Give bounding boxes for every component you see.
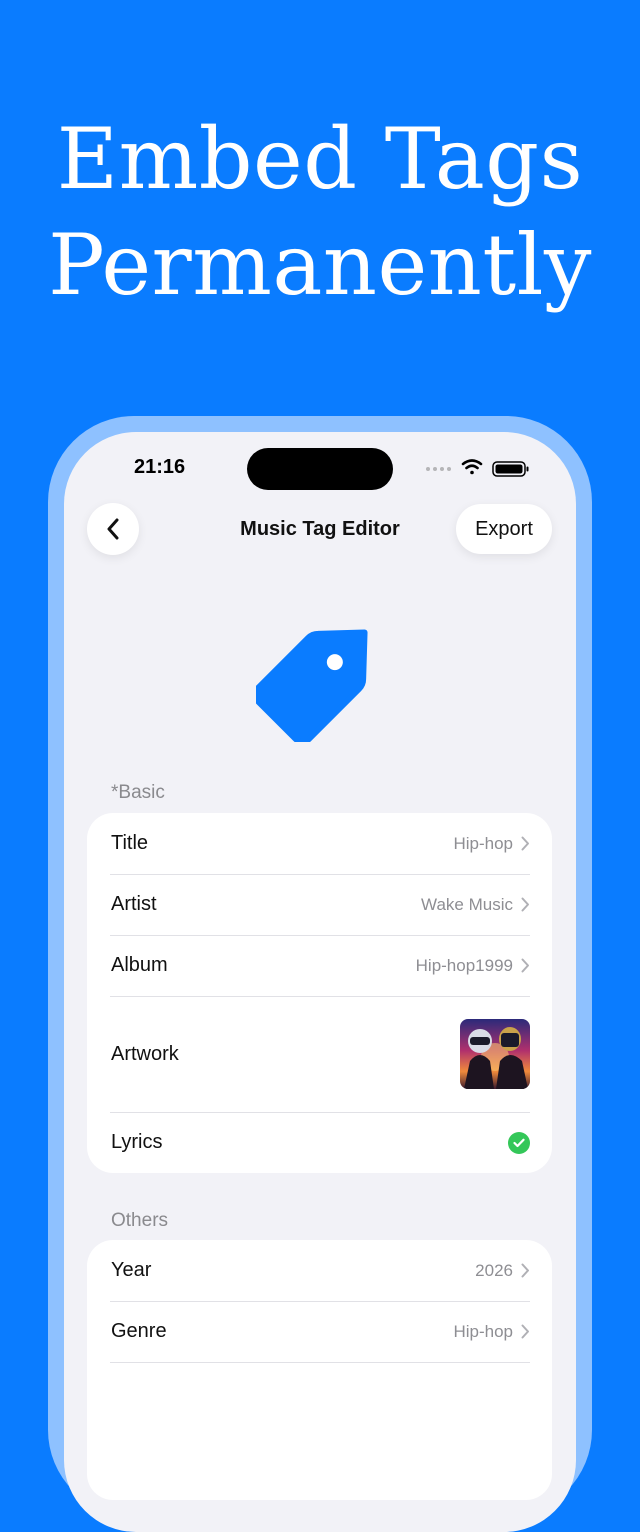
- status-time: 21:16: [134, 456, 186, 478]
- row-label: Album: [111, 954, 168, 976]
- row-label: Lyrics: [111, 1131, 163, 1153]
- export-button[interactable]: Export: [456, 504, 552, 554]
- row-value: Hip-hop: [453, 1321, 513, 1341]
- dynamic-island: [247, 448, 393, 490]
- tag-icon: [256, 629, 368, 742]
- headline-line-2: Permanently: [48, 216, 592, 314]
- artwork-thumbnail[interactable]: [460, 1019, 530, 1089]
- row-label: Title: [111, 832, 149, 854]
- status-icons: [426, 459, 529, 477]
- row-value: Hip-hop: [453, 833, 513, 853]
- row-value: Hip-hop1999: [415, 955, 513, 975]
- row-label: Artist: [111, 893, 157, 915]
- chevron-right-icon: [521, 897, 529, 912]
- chevron-right-icon: [521, 836, 529, 851]
- chevron-right-icon: [521, 1324, 529, 1339]
- others-card: Year 2026 Genre Hip-hop: [87, 1240, 552, 1500]
- wifi-icon: [461, 459, 483, 475]
- row-value: 2026: [475, 1260, 513, 1280]
- row-artist[interactable]: Artist Wake Music: [87, 874, 552, 935]
- row-value: Wake Music: [421, 894, 513, 914]
- signal-icon: [426, 467, 451, 471]
- battery-icon: [492, 461, 529, 477]
- row-year[interactable]: Year 2026: [87, 1240, 552, 1301]
- headline-line-1: Embed Tags: [56, 110, 584, 208]
- section-label-basic: *Basic: [111, 782, 165, 803]
- row-artwork[interactable]: Artwork: [87, 996, 552, 1112]
- row-title[interactable]: Title Hip-hop: [87, 813, 552, 874]
- checkmark-icon: [508, 1131, 530, 1154]
- chevron-right-icon: [521, 958, 529, 973]
- section-label-others: Others: [111, 1210, 169, 1231]
- chevron-right-icon: [521, 1263, 529, 1278]
- row-next[interactable]: [87, 1362, 552, 1423]
- row-label: Genre: [111, 1320, 167, 1342]
- artwork-image: [460, 1019, 530, 1089]
- row-album[interactable]: Album Hip-hop1999: [87, 935, 552, 996]
- basic-card: Title Hip-hop Artist Wake Music Album Hi…: [87, 813, 552, 1173]
- row-genre[interactable]: Genre Hip-hop: [87, 1301, 552, 1362]
- phone-screen: 21:16 Music Tag Editor Export *Basic Tit…: [64, 432, 576, 1532]
- row-lyrics[interactable]: Lyrics: [87, 1112, 552, 1173]
- row-label: Year: [111, 1259, 152, 1281]
- row-label: Artwork: [111, 1042, 179, 1065]
